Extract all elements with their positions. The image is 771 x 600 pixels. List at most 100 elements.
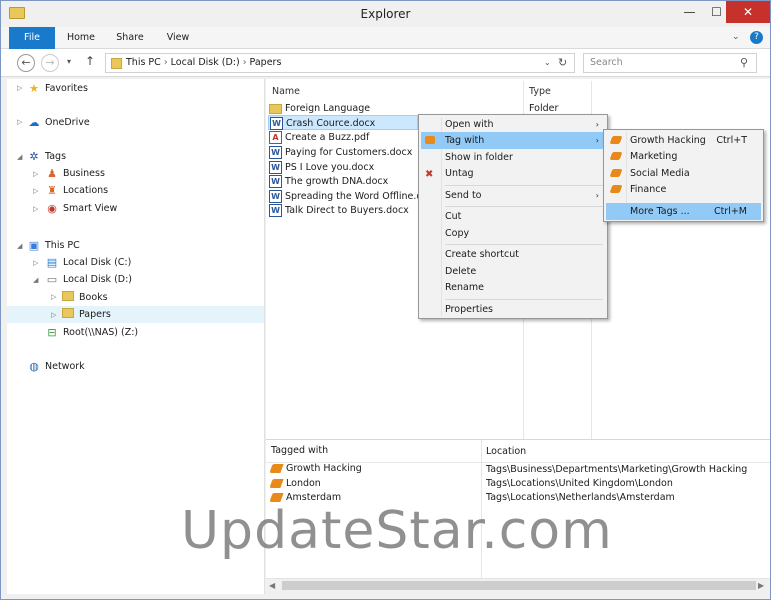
nav-item-local-disk-d[interactable]: ▭ Local Disk (D:) [45,271,132,288]
collapse-arrow-icon[interactable]: ◢ [17,242,22,250]
tag-name: Growth Hacking [286,463,362,474]
nav-label: Tags [45,151,67,162]
scroll-thumb[interactable] [282,581,756,590]
nav-item-papers[interactable]: Papers [61,306,111,323]
tab-home[interactable]: Home [61,27,101,49]
collapse-arrow-icon[interactable]: ◢ [33,276,38,284]
tab-file[interactable]: File [9,27,55,49]
submenu-growth-hacking[interactable]: Growth Hacking Ctrl+T [606,132,761,149]
nav-label: Favorites [45,83,88,94]
column-header-name[interactable]: Name [272,83,300,101]
nav-item-nas[interactable]: ⊟ Root(\\NAS) (Z:) [45,324,138,341]
expand-arrow-icon[interactable]: ▷ [33,259,38,267]
tag-row[interactable]: Growth Hacking [269,463,362,474]
menu-cut[interactable]: Cut [421,208,605,225]
nav-label: Network [45,361,85,372]
help-icon[interactable]: ? [750,31,763,44]
collapse-arrow-icon[interactable]: ◢ [17,153,22,161]
submenu-social-media[interactable]: Social Media [606,165,761,182]
submenu-marketing[interactable]: Marketing [606,148,761,165]
menu-delete[interactable]: Delete [421,263,605,280]
address-bar[interactable]: This PC › Local Disk (D:) › Papers ⌄ ↻ [105,53,575,73]
forward-button[interactable]: → [41,54,59,72]
menu-copy[interactable]: Copy [421,225,605,242]
nav-label: Root(\\NAS) (Z:) [63,327,139,338]
submenu-arrow-icon: › [595,191,599,200]
nav-label: Locations [63,185,109,196]
tab-share[interactable]: Share [109,27,151,49]
tab-view[interactable]: View [159,27,197,49]
column-header-location[interactable]: Location [486,446,526,457]
nav-item-business[interactable]: ♟ Business [45,165,105,182]
file-row[interactable]: W Talk Direct to Buyers.docx [269,203,409,218]
nav-item-local-disk-c[interactable]: ▤ Local Disk (C:) [45,254,132,271]
file-row[interactable]: W The growth DNA.docx [269,174,388,189]
nav-item-onedrive[interactable]: ☁ OneDrive [27,114,90,131]
menu-label: Untag [445,168,474,179]
breadcrumb-separator[interactable]: › [243,57,247,68]
word-doc-icon: W [270,117,283,130]
column-header-tagged-with[interactable]: Tagged with [271,445,328,456]
file-name: The growth DNA.docx [285,176,389,187]
nav-item-books[interactable]: Books [61,289,108,306]
file-row[interactable]: W Spreading the Word Offline.docx [269,189,439,204]
file-row-folder[interactable]: Foreign Language [269,101,370,116]
breadcrumb-separator[interactable]: › [164,57,168,68]
nav-item-locations[interactable]: ♜ Locations [45,182,108,199]
expand-arrow-icon[interactable]: ▷ [17,118,22,126]
nav-item-network[interactable]: ◍ Network [27,358,85,375]
dropdown-chevron-icon[interactable]: ⌄ [544,58,551,67]
file-row[interactable]: A Create a Buzz.pdf [269,130,369,145]
nav-item-favorites[interactable]: ★ Favorites [27,80,88,97]
expand-arrow-icon[interactable]: ▷ [17,84,22,92]
minimize-button[interactable]: — [676,1,703,23]
file-row-selected[interactable]: W Crash Cource.docx [268,115,418,130]
untag-icon: ✖ [425,169,434,180]
horizontal-scrollbar[interactable]: ◀ ▶ [266,578,770,593]
chevron-down-icon[interactable]: ⌄ [732,32,740,42]
submenu-more-tags[interactable]: More Tags ... Ctrl+M [606,203,761,220]
breadcrumb-this-pc[interactable]: This PC [126,57,161,68]
up-arrow-icon[interactable]: ↑ [85,54,95,68]
nav-item-this-pc[interactable]: ▣ This PC [27,237,80,254]
menu-show-in-folder[interactable]: Show in folder [421,149,605,166]
nav-label: Local Disk (C:) [63,257,132,268]
breadcrumb-local-disk-d[interactable]: Local Disk (D:) [171,57,240,68]
column-header-type[interactable]: Type [529,83,551,101]
search-input[interactable]: Search [590,57,623,68]
close-button[interactable]: ✕ [726,1,770,23]
refresh-icon[interactable]: ↻ [558,56,567,69]
folder-icon [111,58,122,69]
tag-icon [609,169,623,177]
search-box[interactable]: Search ⚲ [583,53,757,73]
recent-locations-icon[interactable]: ▾ [67,57,71,66]
submenu-finance[interactable]: Finance [606,181,761,198]
file-row[interactable]: W Paying for Customers.docx [269,145,412,160]
scroll-left-arrow-icon[interactable]: ◀ [269,581,275,590]
nav-item-tags[interactable]: ✲ Tags [27,148,66,165]
scroll-right-arrow-icon[interactable]: ▶ [758,581,764,590]
nav-item-smart-view[interactable]: ◉ Smart View [45,200,117,217]
expand-arrow-icon[interactable]: ▷ [33,187,38,195]
menu-send-to[interactable]: Send to › [421,187,605,204]
expand-arrow-icon[interactable]: ▷ [33,205,38,213]
title-bar[interactable]: Explorer — ☐ ✕ [1,1,770,27]
file-name: Paying for Customers.docx [285,147,413,158]
menu-rename[interactable]: Rename [421,279,605,296]
breadcrumb-papers[interactable]: Papers [250,57,282,68]
search-icon[interactable]: ⚲ [740,56,748,69]
expand-arrow-icon[interactable]: ▷ [51,311,56,319]
expand-arrow-icon[interactable]: ▷ [51,293,56,301]
tag-icon [269,464,284,473]
menu-properties[interactable]: Properties [421,301,605,318]
file-row[interactable]: W PS I Love you.docx [269,160,374,175]
menu-untag[interactable]: ✖ Untag [421,165,605,182]
menu-tag-with[interactable]: Tag with › [421,132,605,149]
expand-arrow-icon[interactable]: ▷ [33,170,38,178]
menu-create-shortcut[interactable]: Create shortcut [421,246,605,263]
nav-label: Smart View [63,203,118,214]
menu-label: Open with [445,119,494,130]
tag-row[interactable]: London [269,478,321,489]
back-button[interactable]: ← [17,54,35,72]
menu-open-with[interactable]: Open with › [421,116,605,133]
